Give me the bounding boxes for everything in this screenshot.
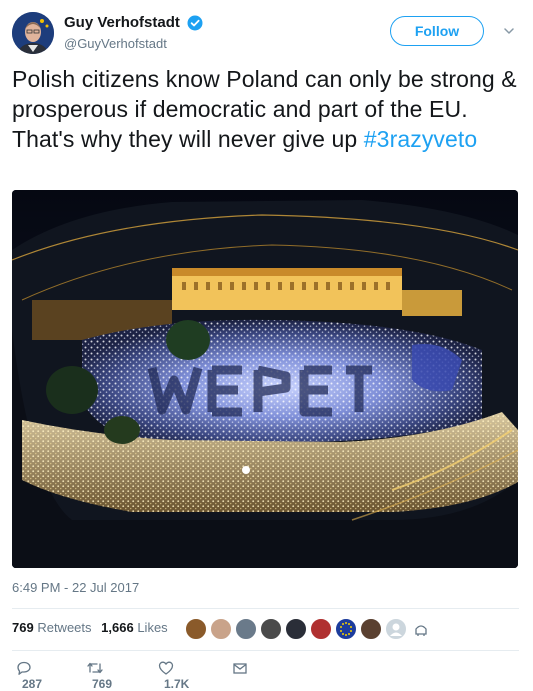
author-name[interactable]: Guy Verhofstadt <box>64 14 180 31</box>
eu-flag-icon <box>340 622 352 636</box>
retweets-count[interactable]: 769 <box>12 620 34 635</box>
author-handle[interactable]: @GuyVerhofstadt <box>64 36 203 51</box>
tweet-header: Guy Verhofstadt @GuyVerhofstadt Follow <box>12 12 519 58</box>
reply-icon <box>17 661 31 675</box>
like-count: 1.7K <box>164 676 190 691</box>
liker-avatar[interactable] <box>235 618 257 640</box>
message-icon <box>233 663 247 674</box>
reply-button[interactable]: 287 <box>16 660 42 691</box>
likes-count[interactable]: 1,666 <box>101 620 134 635</box>
default-avatar-icon <box>390 623 402 636</box>
retweet-count: 769 <box>92 676 113 691</box>
liker-avatar[interactable] <box>335 618 357 640</box>
liker-avatar[interactable] <box>310 618 332 640</box>
retweet-icon <box>87 662 103 674</box>
liker-avatar[interactable] <box>385 618 407 640</box>
divider <box>12 650 519 651</box>
reply-count: 287 <box>22 676 43 691</box>
heart-icon <box>158 661 174 675</box>
egg-avatar-icon[interactable] <box>413 622 429 638</box>
liker-avatar[interactable] <box>260 618 282 640</box>
liker-avatar[interactable] <box>360 618 382 640</box>
liker-avatar[interactable] <box>210 618 232 640</box>
tweet-photo[interactable] <box>12 190 518 568</box>
verified-badge-icon <box>187 15 203 31</box>
likes-label[interactable]: Likes <box>137 620 167 635</box>
retweets-label[interactable]: Retweets <box>37 620 91 635</box>
author-info: Guy Verhofstadt @GuyVerhofstadt <box>64 14 203 51</box>
divider <box>12 608 519 609</box>
like-button[interactable]: 1.7K <box>158 660 189 691</box>
chevron-down-icon[interactable] <box>502 24 516 38</box>
tweet-stats: 769 Retweets 1,666 Likes <box>12 620 168 635</box>
follow-button[interactable]: Follow <box>390 16 484 46</box>
liker-avatar[interactable] <box>185 618 207 640</box>
tweet-timestamp[interactable]: 6:49 PM - 22 Jul 2017 <box>12 580 139 595</box>
liker-avatar[interactable] <box>285 618 307 640</box>
retweet-button[interactable]: 769 <box>86 660 112 691</box>
direct-message-button[interactable] <box>232 660 248 676</box>
author-avatar[interactable] <box>12 12 54 54</box>
tweet-text: Polish citizens know Poland can only be … <box>12 64 517 154</box>
hashtag-link[interactable]: #3razyveto <box>364 126 478 152</box>
